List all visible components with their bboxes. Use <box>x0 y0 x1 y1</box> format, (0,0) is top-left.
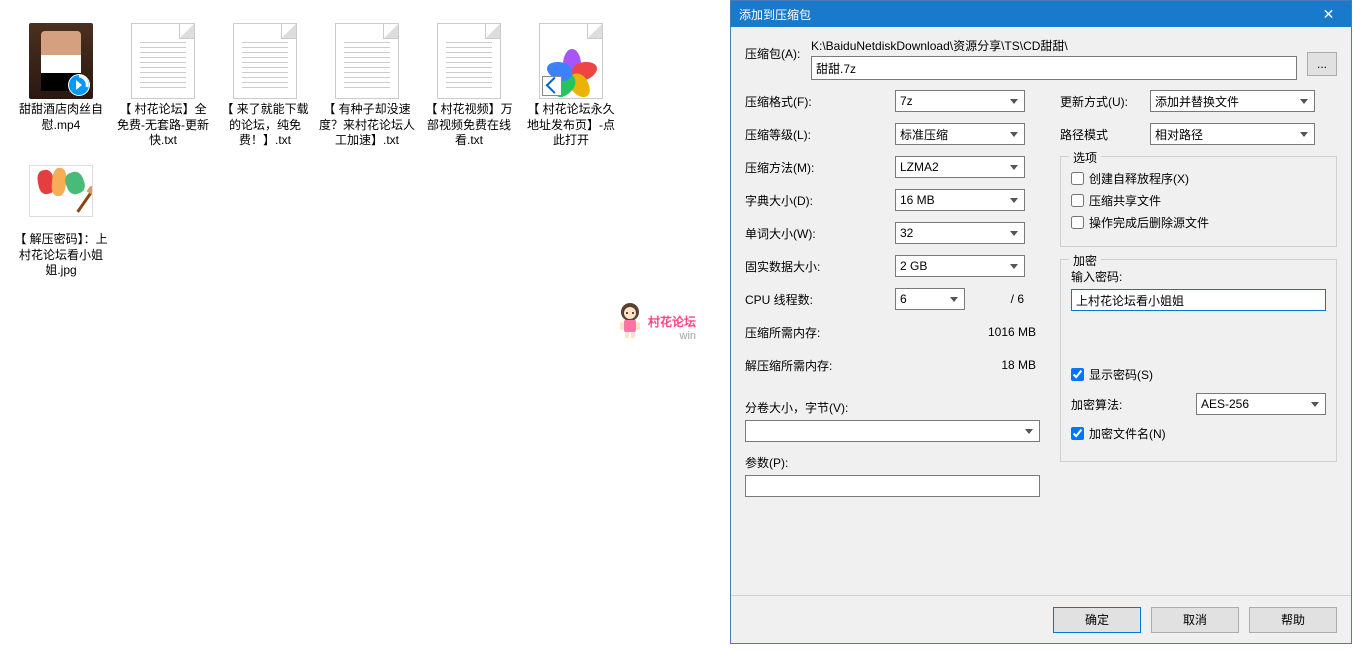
pwd-label: 输入密码: <box>1071 268 1326 285</box>
jpg-icon <box>26 150 96 232</box>
method-combo[interactable]: LZMA2 <box>895 156 1025 178</box>
showpwd-check[interactable]: 显示密码(S) <box>1071 366 1326 383</box>
mem-comp-label: 压缩所需内存: <box>745 324 935 341</box>
level-combo[interactable]: 标准压缩 <box>895 123 1025 145</box>
txt-icon <box>128 20 198 102</box>
titlebar[interactable]: 添加到压缩包 ✕ <box>731 1 1351 27</box>
close-button[interactable]: ✕ <box>1306 1 1351 27</box>
dict-combo[interactable]: 16 MB <box>895 189 1025 211</box>
watermark-sub: win <box>680 330 697 342</box>
txt-icon <box>332 20 402 102</box>
update-label: 更新方式(U): <box>1060 93 1150 110</box>
solid-label: 固实数据大小: <box>745 258 895 275</box>
video-icon <box>26 20 96 102</box>
file-name: 【 来了就能下载的论坛，纯免费！】.txt <box>214 102 316 149</box>
archive-name-input[interactable] <box>811 56 1297 80</box>
file-item[interactable]: 【 村花视频】万部视频免费在线看.txt <box>418 20 520 150</box>
update-combo[interactable]: 添加并替换文件 <box>1150 90 1315 112</box>
file-name: 【 有种子却没速度？来村花论坛人工加速】.txt <box>316 102 418 149</box>
mem-decomp-label: 解压缩所需内存: <box>745 357 935 374</box>
method-label: 压缩方法(M): <box>745 159 895 176</box>
file-item[interactable]: 【 村花论坛永久地址发布页】-点此打开 <box>520 20 622 150</box>
txt-icon <box>230 20 300 102</box>
mem-comp-val: 1016 MB <box>935 325 1040 339</box>
button-bar: 确定 取消 帮助 <box>731 595 1351 643</box>
watermark-text: 村花论坛 <box>648 315 696 329</box>
file-name: 【 村花论坛】全免费-无套路-更新快.txt <box>112 102 214 149</box>
left-column: 压缩格式(F):7z 压缩等级(L):标准压缩 压缩方法(M):LZMA2 字典… <box>745 90 1040 585</box>
archive-label: 压缩包(A): <box>745 37 801 62</box>
algo-combo[interactable]: AES-256 <box>1196 393 1326 415</box>
word-combo[interactable]: 32 <box>895 222 1025 244</box>
volume-combo[interactable] <box>745 420 1040 442</box>
file-item[interactable]: 甜甜酒店肉丝自慰.mp4 <box>10 20 112 150</box>
cpu-label: CPU 线程数: <box>745 291 895 308</box>
file-item[interactable]: 【 来了就能下载的论坛，纯免费！】.txt <box>214 20 316 150</box>
algo-label: 加密算法: <box>1071 396 1196 413</box>
cpu-max: / 6 <box>969 292 1024 306</box>
browse-button[interactable]: ... <box>1307 52 1337 76</box>
dialog-title: 添加到压缩包 <box>739 6 1306 23</box>
encrypt-fieldset: 加密 输入密码: 显示密码(S) 加密算法: AES-256 加密文件名(N) <box>1060 259 1337 462</box>
cancel-button[interactable]: 取消 <box>1151 607 1239 633</box>
format-label: 压缩格式(F): <box>745 93 895 110</box>
shared-check[interactable]: 压缩共享文件 <box>1071 192 1326 209</box>
help-button[interactable]: 帮助 <box>1249 607 1337 633</box>
watermark: 村花论坛 win <box>615 300 696 338</box>
file-item[interactable]: 【 解压密码】：上村花论坛看小姐姐.jpg <box>10 150 112 280</box>
file-name: 【 村花视频】万部视频免费在线看.txt <box>418 102 520 149</box>
browser-icon <box>536 20 606 102</box>
encnames-check[interactable]: 加密文件名(N) <box>1071 425 1326 442</box>
format-combo[interactable]: 7z <box>895 90 1025 112</box>
txt-icon <box>434 20 504 102</box>
params-label: 参数(P): <box>745 454 1040 471</box>
cpu-combo[interactable]: 6 <box>895 288 965 310</box>
file-item[interactable]: 【 村花论坛】全免费-无套路-更新快.txt <box>112 20 214 150</box>
solid-combo[interactable]: 2 GB <box>895 255 1025 277</box>
params-input[interactable] <box>745 475 1040 497</box>
options-legend: 选项 <box>1069 149 1101 166</box>
watermark-avatar-icon <box>615 300 645 338</box>
right-column: 更新方式(U):添加并替换文件 路径模式相对路径 选项 创建自释放程序(X) 压… <box>1060 90 1337 585</box>
options-fieldset: 选项 创建自释放程序(X) 压缩共享文件 操作完成后删除源文件 <box>1060 156 1337 247</box>
mem-decomp-val: 18 MB <box>935 358 1040 372</box>
close-icon: ✕ <box>1323 6 1335 23</box>
level-label: 压缩等级(L): <box>745 126 895 143</box>
encrypt-legend: 加密 <box>1069 252 1101 269</box>
volume-label: 分卷大小，字节(V): <box>745 399 1040 416</box>
pathmode-label: 路径模式 <box>1060 126 1150 143</box>
file-name: 【 村花论坛永久地址发布页】-点此打开 <box>520 102 622 149</box>
file-name: 甜甜酒店肉丝自慰.mp4 <box>10 102 112 133</box>
file-item[interactable]: 【 有种子却没速度？来村花论坛人工加速】.txt <box>316 20 418 150</box>
word-label: 单词大小(W): <box>745 225 895 242</box>
pathmode-combo[interactable]: 相对路径 <box>1150 123 1315 145</box>
password-input[interactable] <box>1071 289 1326 311</box>
ok-button[interactable]: 确定 <box>1053 607 1141 633</box>
sfx-check[interactable]: 创建自释放程序(X) <box>1071 170 1326 187</box>
delete-check[interactable]: 操作完成后删除源文件 <box>1071 214 1326 231</box>
file-name: 【 解压密码】：上村花论坛看小姐姐.jpg <box>10 232 112 279</box>
archive-dialog: 添加到压缩包 ✕ 压缩包(A): K:\BaiduNetdiskDownload… <box>730 0 1352 644</box>
path-text: K:\BaiduNetdiskDownload\资源分享\TS\CD甜甜\ <box>811 37 1297 54</box>
dict-label: 字典大小(D): <box>745 192 895 209</box>
